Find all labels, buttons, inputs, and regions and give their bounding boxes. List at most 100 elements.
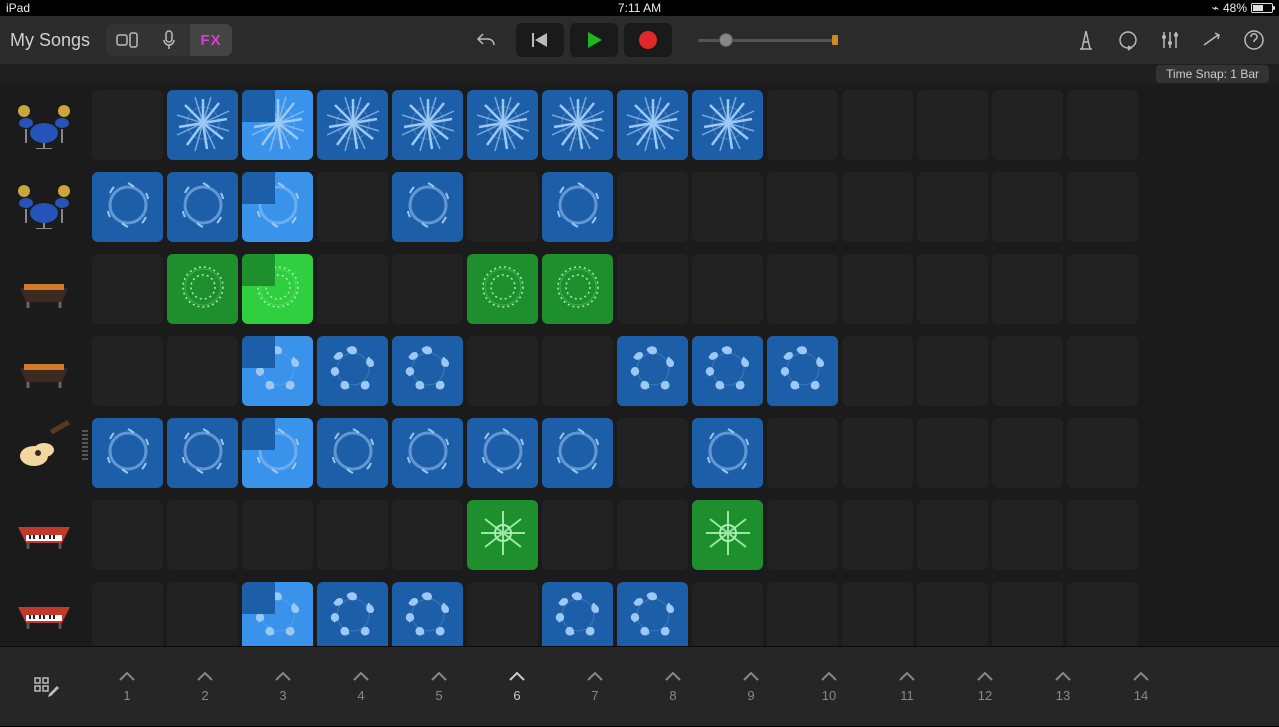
loop-cell[interactable] bbox=[842, 254, 913, 324]
track-header[interactable] bbox=[0, 164, 88, 244]
loop-cell[interactable] bbox=[542, 172, 613, 242]
loop-cell[interactable] bbox=[242, 172, 313, 242]
loop-cell[interactable] bbox=[917, 336, 988, 406]
resize-handle-icon[interactable] bbox=[82, 430, 88, 460]
loop-cell[interactable] bbox=[317, 418, 388, 488]
loop-cell[interactable] bbox=[767, 418, 838, 488]
loop-cell[interactable] bbox=[617, 172, 688, 242]
loop-cell[interactable] bbox=[392, 582, 463, 646]
loop-cell[interactable] bbox=[392, 500, 463, 570]
scene-trigger[interactable]: 12 bbox=[946, 647, 1024, 726]
loop-cell[interactable] bbox=[992, 418, 1063, 488]
loop-cell[interactable] bbox=[167, 254, 238, 324]
browser-view-button[interactable] bbox=[106, 24, 148, 56]
time-snap-button[interactable]: Time Snap: 1 Bar bbox=[1156, 65, 1269, 83]
loop-cell[interactable] bbox=[992, 500, 1063, 570]
loop-cell[interactable] bbox=[167, 418, 238, 488]
mixer-icon[interactable] bbox=[1159, 29, 1181, 51]
loop-cell[interactable] bbox=[1067, 336, 1138, 406]
scene-trigger[interactable]: 8 bbox=[634, 647, 712, 726]
loop-cell[interactable] bbox=[1067, 254, 1138, 324]
loop-cell[interactable] bbox=[842, 582, 913, 646]
loop-cell[interactable] bbox=[242, 254, 313, 324]
loop-icon[interactable] bbox=[1117, 29, 1139, 51]
my-songs-button[interactable]: My Songs bbox=[10, 30, 90, 51]
loop-cell[interactable] bbox=[617, 90, 688, 160]
loop-cell[interactable] bbox=[917, 254, 988, 324]
loop-cell[interactable] bbox=[167, 90, 238, 160]
loop-cell[interactable] bbox=[917, 172, 988, 242]
loop-cell[interactable] bbox=[1067, 500, 1138, 570]
loop-cell[interactable] bbox=[917, 500, 988, 570]
loop-cell[interactable] bbox=[92, 90, 163, 160]
loop-cell[interactable] bbox=[467, 172, 538, 242]
scene-trigger[interactable]: 5 bbox=[400, 647, 478, 726]
track-header[interactable] bbox=[0, 566, 88, 646]
settings-icon[interactable] bbox=[1201, 29, 1223, 51]
loop-cell[interactable] bbox=[92, 500, 163, 570]
microphone-button[interactable] bbox=[148, 24, 190, 56]
loop-cell[interactable] bbox=[242, 336, 313, 406]
loop-cell[interactable] bbox=[392, 172, 463, 242]
loop-cell[interactable] bbox=[167, 336, 238, 406]
loop-cell[interactable] bbox=[317, 254, 388, 324]
metronome-icon[interactable] bbox=[1075, 29, 1097, 51]
help-icon[interactable] bbox=[1243, 29, 1265, 51]
loop-cell[interactable] bbox=[92, 254, 163, 324]
loop-cell[interactable] bbox=[992, 172, 1063, 242]
loop-cell[interactable] bbox=[317, 172, 388, 242]
loop-cell[interactable] bbox=[392, 418, 463, 488]
loop-cell[interactable] bbox=[542, 582, 613, 646]
loop-cell[interactable] bbox=[767, 90, 838, 160]
loop-cell[interactable] bbox=[92, 582, 163, 646]
loop-cell[interactable] bbox=[617, 582, 688, 646]
loop-cell[interactable] bbox=[467, 254, 538, 324]
loop-cell[interactable] bbox=[767, 254, 838, 324]
loop-cell[interactable] bbox=[1067, 90, 1138, 160]
loop-cell[interactable] bbox=[467, 582, 538, 646]
loop-cell[interactable] bbox=[842, 90, 913, 160]
loop-cell[interactable] bbox=[1067, 418, 1138, 488]
loop-cell[interactable] bbox=[242, 500, 313, 570]
loop-cell[interactable] bbox=[617, 336, 688, 406]
loop-cell[interactable] bbox=[167, 500, 238, 570]
loop-cell[interactable] bbox=[692, 172, 763, 242]
loop-cell[interactable] bbox=[92, 336, 163, 406]
loop-cell[interactable] bbox=[1067, 582, 1138, 646]
loop-cell[interactable] bbox=[242, 90, 313, 160]
scene-trigger[interactable]: 6 bbox=[478, 647, 556, 726]
loop-cell[interactable] bbox=[92, 172, 163, 242]
loop-cell[interactable] bbox=[692, 418, 763, 488]
loop-cell[interactable] bbox=[542, 90, 613, 160]
loop-cell[interactable] bbox=[467, 336, 538, 406]
loop-cell[interactable] bbox=[242, 582, 313, 646]
loop-cell[interactable] bbox=[317, 500, 388, 570]
scene-trigger[interactable]: 10 bbox=[790, 647, 868, 726]
loop-cell[interactable] bbox=[917, 418, 988, 488]
scene-trigger[interactable]: 7 bbox=[556, 647, 634, 726]
grid-edit-icon[interactable] bbox=[33, 676, 55, 698]
scene-trigger[interactable]: 11 bbox=[868, 647, 946, 726]
track-header[interactable] bbox=[0, 485, 88, 565]
loop-cell[interactable] bbox=[992, 582, 1063, 646]
loop-cell[interactable] bbox=[392, 254, 463, 324]
scene-trigger[interactable]: 4 bbox=[322, 647, 400, 726]
loop-cell[interactable] bbox=[767, 582, 838, 646]
loop-cell[interactable] bbox=[992, 90, 1063, 160]
loop-cell[interactable] bbox=[842, 172, 913, 242]
loop-cell[interactable] bbox=[92, 418, 163, 488]
loop-cell[interactable] bbox=[242, 418, 313, 488]
loop-cell[interactable] bbox=[992, 336, 1063, 406]
track-header[interactable] bbox=[0, 84, 88, 164]
loop-cell[interactable] bbox=[1067, 172, 1138, 242]
fx-button[interactable]: FX bbox=[190, 24, 232, 56]
loop-cell[interactable] bbox=[392, 336, 463, 406]
scene-trigger[interactable]: 14 bbox=[1102, 647, 1180, 726]
loop-cell[interactable] bbox=[692, 582, 763, 646]
undo-button[interactable] bbox=[470, 24, 502, 56]
scene-trigger[interactable]: 13 bbox=[1024, 647, 1102, 726]
loop-cell[interactable] bbox=[467, 500, 538, 570]
loop-cell[interactable] bbox=[467, 90, 538, 160]
loop-cell[interactable] bbox=[542, 418, 613, 488]
loop-cell[interactable] bbox=[842, 418, 913, 488]
